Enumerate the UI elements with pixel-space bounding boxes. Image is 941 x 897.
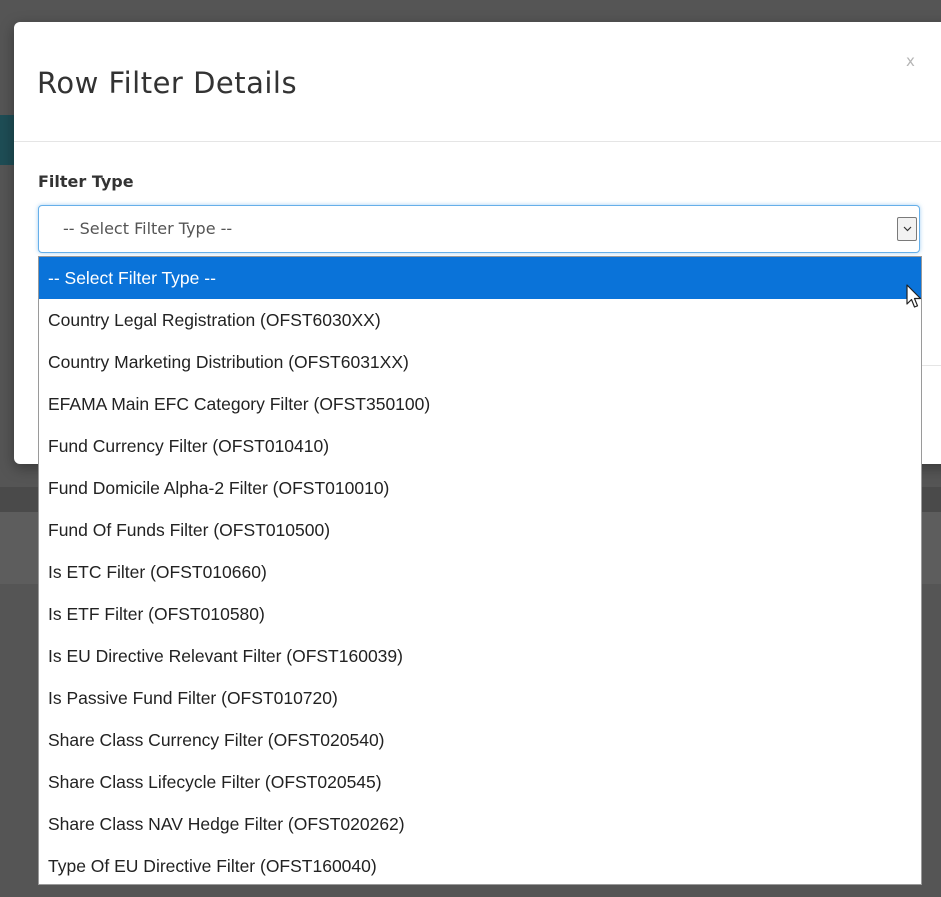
dropdown-option[interactable]: Is ETC Filter (OFST010660)	[39, 551, 921, 593]
filter-type-select[interactable]: -- Select Filter Type --	[38, 205, 920, 253]
dropdown-option[interactable]: EFAMA Main EFC Category Filter (OFST3501…	[39, 383, 921, 425]
dropdown-option[interactable]: Country Legal Registration (OFST6030XX)	[39, 299, 921, 341]
dropdown-option[interactable]: Share Class NAV Hedge Filter (OFST020262…	[39, 803, 921, 845]
dropdown-option[interactable]: Share Class Lifecycle Filter (OFST020545…	[39, 761, 921, 803]
dropdown-option[interactable]: -- Select Filter Type --	[39, 257, 921, 299]
chevron-down-icon[interactable]	[897, 217, 917, 241]
dropdown-option[interactable]: Fund Of Funds Filter (OFST010500)	[39, 509, 921, 551]
dropdown-option[interactable]: Is Passive Fund Filter (OFST010720)	[39, 677, 921, 719]
dropdown-option[interactable]: Type Of EU Directive Filter (OFST160040)	[39, 845, 921, 887]
mouse-pointer-icon	[906, 284, 922, 308]
filter-type-selected-value: -- Select Filter Type --	[63, 219, 233, 238]
close-icon[interactable]: x	[906, 52, 915, 70]
dropdown-option[interactable]: Fund Currency Filter (OFST010410)	[39, 425, 921, 467]
filter-type-dropdown-list[interactable]: -- Select Filter Type -- Country Legal R…	[38, 256, 922, 885]
dropdown-option[interactable]: Share Class Currency Filter (OFST020540)	[39, 719, 921, 761]
modal-header: Row Filter Details x	[14, 22, 941, 142]
dropdown-option[interactable]: Country Marketing Distribution (OFST6031…	[39, 341, 921, 383]
filter-type-label: Filter Type	[38, 172, 134, 191]
modal-title: Row Filter Details	[37, 66, 298, 100]
dropdown-option[interactable]: Is ETF Filter (OFST010580)	[39, 593, 921, 635]
page-accent-bar	[0, 115, 14, 165]
dropdown-option[interactable]: Fund Domicile Alpha-2 Filter (OFST010010…	[39, 467, 921, 509]
dropdown-option[interactable]: Is EU Directive Relevant Filter (OFST160…	[39, 635, 921, 677]
